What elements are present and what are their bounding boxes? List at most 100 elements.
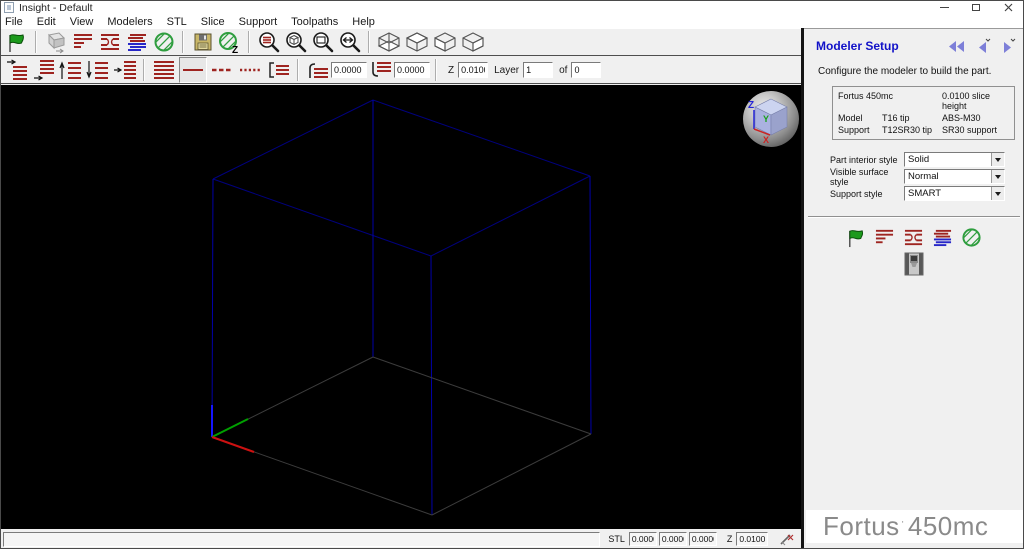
previous-step-button[interactable] [975, 38, 991, 54]
summary-machine: Fortus 450mc [838, 91, 942, 111]
status-message-field [3, 532, 600, 547]
view-side-button[interactable] [460, 29, 486, 55]
slice-button[interactable] [70, 29, 95, 55]
generate-toolpaths-button[interactable] [124, 29, 149, 55]
visible-surface-style-select[interactable]: Normal [904, 169, 1005, 184]
clip-top-button[interactable] [305, 57, 330, 83]
menu-help[interactable]: Help [345, 16, 382, 28]
layer-count-input[interactable] [571, 62, 601, 78]
stl-x-field[interactable] [629, 532, 657, 546]
menu-modelers[interactable]: Modelers [100, 16, 159, 28]
status-flag-button[interactable] [4, 29, 29, 55]
svg-text:Z: Z [748, 100, 754, 111]
view-bottom-button[interactable] [376, 29, 402, 55]
menu-slice[interactable]: Slice [194, 16, 232, 28]
menu-file[interactable]: File [0, 16, 30, 28]
menu-view[interactable]: View [63, 16, 101, 28]
menu-stl[interactable]: STL [160, 16, 194, 28]
go-to-layer-button[interactable] [112, 57, 137, 83]
build-job-icon [153, 31, 175, 53]
save-button[interactable] [190, 29, 215, 55]
next-step-button[interactable] [1000, 38, 1016, 54]
goto-layer-icon [113, 59, 137, 81]
dropdown-arrow-icon[interactable] [991, 187, 1004, 200]
first-page-button[interactable] [947, 39, 966, 54]
close-button[interactable] [992, 0, 1024, 15]
summary-model-tip: T16 tip [882, 113, 942, 123]
zoom-dynamic-icon [338, 30, 362, 54]
clip-layers-icon [265, 59, 291, 81]
zoom-layers-icon [257, 30, 281, 54]
dotted-line-icon [237, 59, 263, 81]
supports-status-icon [903, 228, 924, 247]
view-side-cube-icon [460, 30, 486, 54]
all-layers-icon [151, 59, 177, 81]
go-bottom-layer-button[interactable] [31, 57, 56, 83]
menu-edit[interactable]: Edit [30, 16, 63, 28]
clip-top-z-input[interactable] [331, 62, 367, 78]
stl-z-field[interactable] [689, 532, 717, 546]
view-front-cube-icon [432, 30, 458, 54]
stl-coords-label: STL [608, 534, 625, 544]
display-dashed-button[interactable] [209, 57, 235, 83]
minimize-button[interactable] [928, 0, 960, 15]
green-flag-icon [846, 228, 866, 248]
layer-number-input[interactable] [523, 62, 553, 78]
view-single-layer-button[interactable] [179, 57, 207, 83]
display-dotted-button[interactable] [237, 57, 263, 83]
wireframe-cube [0, 85, 801, 529]
panel-title: Modeler Setup [816, 39, 938, 53]
status-z-field[interactable] [736, 532, 768, 546]
zoom-dynamic-button[interactable] [337, 29, 362, 55]
modeler-settings: Part interior style Solid Visible surfac… [830, 151, 1024, 202]
title-bar: Insight - Default [0, 0, 1024, 15]
query-tool-icon [778, 532, 796, 546]
part-interior-style-select[interactable]: Solid [904, 152, 1005, 167]
bottom-layer-icon [32, 59, 56, 81]
panel-description: Configure the modeler to build the part. [818, 66, 1024, 77]
maximize-button[interactable] [960, 0, 992, 15]
zoom-layers-button[interactable] [256, 29, 281, 55]
save-floppy-icon [193, 32, 213, 52]
visible-surface-style-label: Visible surface style [830, 167, 904, 187]
stl-y-field[interactable] [659, 532, 687, 546]
go-top-layer-button[interactable] [4, 57, 29, 83]
viewport-3d[interactable]: Z X Y [0, 85, 801, 529]
z-height-input[interactable] [458, 62, 488, 78]
summary-slice-height: 0.0100 slice height [942, 91, 1009, 111]
clip-bottom-button[interactable] [368, 57, 393, 83]
view-front-button[interactable] [432, 29, 458, 55]
dropdown-arrow-icon[interactable] [991, 170, 1004, 183]
clip-layers-button[interactable] [265, 57, 291, 83]
view-all-layers-button[interactable] [151, 57, 177, 83]
dropdown-arrow-icon[interactable] [991, 153, 1004, 166]
top-layer-icon [5, 59, 29, 81]
support-style-label: Support style [830, 189, 904, 199]
z-label: Z [448, 65, 454, 76]
menu-toolpaths[interactable]: Toolpaths [284, 16, 345, 28]
supports-icon [99, 32, 121, 52]
generate-supports-button[interactable] [97, 29, 122, 55]
window-controls [928, 0, 1024, 15]
save-z-icon: Z [218, 31, 241, 54]
zoom-window-button[interactable] [310, 29, 335, 55]
support-style-select[interactable]: SMART [904, 186, 1005, 201]
orientation-widget[interactable]: Z X Y [743, 91, 799, 147]
view-bottom-cube-icon [376, 30, 402, 54]
status-z-label: Z [727, 534, 733, 544]
fortus-brand-box: Fortus·450mc [806, 510, 1024, 543]
panel-separator [808, 216, 1020, 218]
save-z-button[interactable]: Z [217, 29, 242, 55]
orient-stl-button[interactable] [43, 29, 68, 55]
query-tool-button[interactable] [776, 531, 798, 548]
minimize-icon [940, 7, 949, 8]
finish-build-button[interactable] [151, 29, 176, 55]
up-one-layer-button[interactable] [58, 57, 83, 83]
menu-support[interactable]: Support [232, 16, 285, 28]
toolpaths-icon [126, 32, 148, 52]
view-top-button[interactable] [404, 29, 430, 55]
zoom-part-button[interactable] [283, 29, 308, 55]
slice-icon [72, 32, 94, 52]
clip-bottom-z-input[interactable] [394, 62, 430, 78]
down-one-layer-button[interactable] [85, 57, 110, 83]
